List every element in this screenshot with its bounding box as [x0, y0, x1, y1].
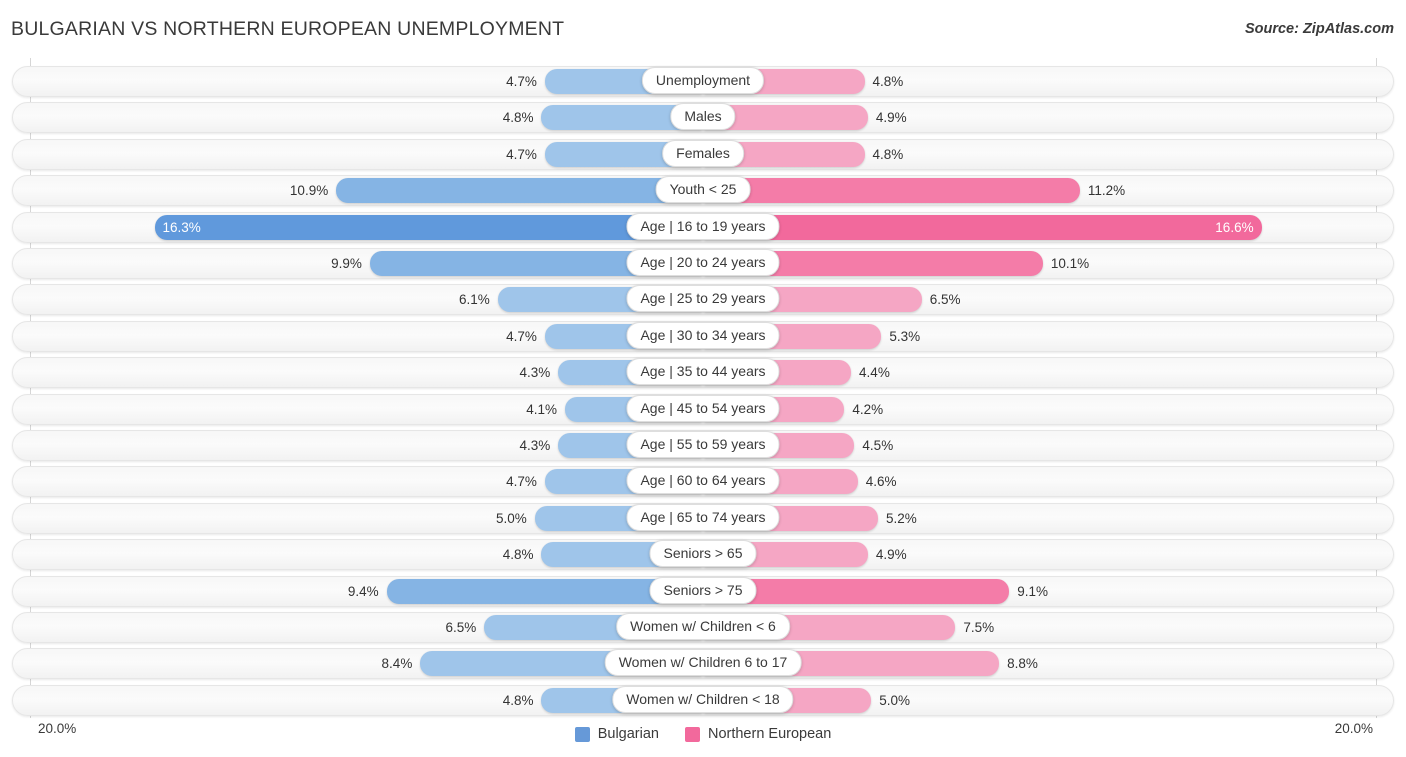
category-label-pill: Unemployment [641, 67, 765, 94]
category-label-pill: Age | 55 to 59 years [626, 431, 780, 458]
value-label-right: 10.1% [1050, 256, 1090, 271]
source-attribution: Source: ZipAtlas.com [1244, 21, 1394, 37]
value-label-left: 16.3% [162, 219, 201, 235]
category-label-pill: Women w/ Children < 18 [612, 685, 794, 713]
category-label-pill: Women w/ Children < 6 [616, 613, 790, 640]
bar-left-bulgarian[interactable] [336, 178, 703, 204]
value-label-right: 9.1% [1017, 583, 1048, 599]
value-label-left: 4.8% [502, 692, 534, 708]
value-label-right: 6.5% [929, 292, 961, 308]
legend-swatch-icon [684, 726, 700, 742]
category-label-pill: Age | 16 to 19 years [626, 212, 780, 240]
value-label-left: 6.5% [445, 620, 477, 635]
value-label-right: 4.6% [865, 474, 897, 490]
category-label-pill: Age | 60 to 64 years [626, 467, 780, 495]
bar-row-content: 4.7% 4.8% Unemployment [0, 66, 1406, 97]
category-label-pill: Seniors > 75 [649, 576, 757, 604]
value-label-right: 8.8% [1007, 656, 1038, 672]
chart-legend: Bulgarian Northern European [0, 722, 1406, 746]
bar-row-content: 4.1% 4.2% Age | 45 to 54 years [0, 394, 1406, 425]
bar-row-content: 4.7% 4.8% Females [0, 139, 1406, 170]
category-label-pill: Age | 25 to 29 years [626, 285, 780, 313]
bar-row-content: 6.5% 7.5% Women w/ Children < 6 [0, 612, 1406, 643]
bar-row-content: 8.4% 8.8% Women w/ Children 6 to 17 [0, 648, 1406, 679]
category-label-pill: Age | 30 to 34 years [626, 321, 780, 349]
value-label-right: 4.8% [872, 146, 904, 162]
value-label-left: 4.1% [526, 401, 558, 417]
legend-label: Northern European [707, 726, 832, 742]
chart-plot-area: 4.7% 4.8% Unemployment 4.8% 4.9% Males 4.7% 4.8… [0, 58, 1406, 718]
legend-label: Bulgarian [597, 726, 659, 742]
value-label-left: 9.9% [331, 256, 362, 271]
legend-item[interactable]: Northern European [684, 726, 832, 742]
value-label-right: 4.5% [862, 438, 894, 453]
bar-row-content: 4.3% 4.5% Age | 55 to 59 years [0, 430, 1406, 461]
value-label-left: 4.7% [506, 146, 537, 162]
legend-swatch-icon [574, 726, 590, 742]
value-label-right: 4.2% [852, 401, 884, 417]
value-label-left: 4.8% [502, 547, 534, 563]
bar-row-content: 9.9% 10.1% Age | 20 to 24 years [0, 248, 1406, 279]
category-label-pill: Age | 20 to 24 years [626, 249, 780, 276]
value-label-left: 10.9% [289, 183, 329, 199]
value-label-right: 5.3% [889, 328, 921, 344]
category-label-pill: Seniors > 65 [649, 540, 757, 568]
value-label-left: 4.7% [506, 328, 537, 344]
bar-row-content: 4.8% 5.0% Women w/ Children < 18 [0, 685, 1406, 716]
chart-footer: 20.0% 20.0% Bulgarian Northern European [0, 718, 1406, 757]
value-label-right: 4.8% [872, 74, 904, 89]
bar-row-content: 9.4% 9.1% Seniors > 75 [0, 576, 1406, 607]
bar-row-content: 4.3% 4.4% Age | 35 to 44 years [0, 357, 1406, 388]
value-label-right: 5.2% [885, 510, 917, 526]
value-label-right: 11.2% [1087, 183, 1126, 199]
category-label-pill: Women w/ Children 6 to 17 [604, 649, 802, 677]
value-label-left: 4.7% [506, 74, 537, 89]
value-label-left: 4.3% [519, 365, 551, 381]
page-title: BULGARIAN VS NORTHERN EUROPEAN UNEMPLOYM… [11, 18, 565, 40]
bar-row-content: 4.7% 5.3% Age | 30 to 34 years [0, 321, 1406, 352]
bar-row-content: 4.8% 4.9% Seniors > 65 [0, 539, 1406, 570]
bar-row-content: 10.9% 11.2% Youth < 25 [0, 175, 1406, 206]
value-label-right: 5.0% [879, 692, 911, 708]
bar-right-northern-european[interactable] [703, 178, 1080, 204]
category-label-pill: Males [670, 103, 736, 131]
value-label-left: 5.0% [495, 510, 527, 526]
category-label-pill: Age | 35 to 44 years [626, 358, 780, 386]
bar-row-content: 16.3% 16.6% Age | 16 to 19 years [0, 212, 1406, 243]
value-label-right: 4.4% [859, 365, 890, 381]
value-label-right: 4.9% [875, 547, 907, 563]
value-label-left: 4.7% [506, 474, 537, 490]
bar-row-content: 5.0% 5.2% Age | 65 to 74 years [0, 503, 1406, 534]
value-label-right: 4.9% [875, 110, 907, 126]
value-label-left: 9.4% [347, 583, 379, 599]
value-label-left: 4.8% [502, 110, 534, 126]
bar-row-content: 6.1% 6.5% Age | 25 to 29 years [0, 284, 1406, 315]
value-label-left: 4.3% [519, 438, 551, 453]
value-label-left: 6.1% [458, 292, 490, 308]
category-label-pill: Youth < 25 [655, 176, 751, 204]
value-label-right: 16.6% [1215, 219, 1254, 235]
value-label-left: 8.4% [381, 656, 413, 672]
chart-header: BULGARIAN VS NORTHERN EUROPEAN UNEMPLOYM… [0, 0, 1406, 58]
category-label-pill: Age | 65 to 74 years [626, 503, 780, 531]
category-label-pill: Females [662, 139, 744, 167]
bar-row-content: 4.8% 4.9% Males [0, 102, 1406, 133]
category-label-pill: Age | 45 to 54 years [626, 394, 780, 422]
legend-item[interactable]: Bulgarian [574, 726, 659, 742]
value-label-right: 7.5% [963, 620, 995, 635]
bar-row-content: 4.7% 4.6% Age | 60 to 64 years [0, 466, 1406, 497]
